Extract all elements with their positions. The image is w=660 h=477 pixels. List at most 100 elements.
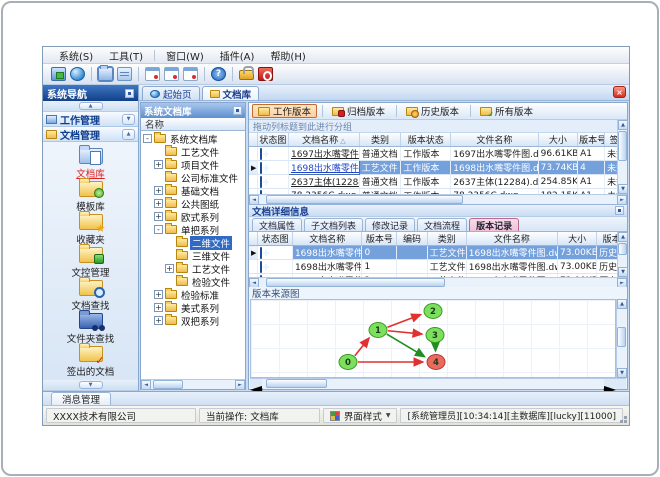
menu-item[interactable]: 帮助(H) [262, 47, 313, 64]
table-row[interactable]: 1697出水嘴零件图.dwg普通文档工作版本1697出水嘴零件图.dwg96.6… [249, 146, 617, 161]
version-node-3[interactable]: 3 [425, 327, 445, 343]
column-header-状态图[interactable]: 状态图 [257, 232, 293, 246]
expand-icon[interactable]: + [154, 160, 163, 169]
tab-起始页[interactable]: 起始页 [142, 86, 200, 101]
graph-vscrollbar[interactable]: ▲ ▼ [616, 299, 627, 378]
collapse-down-button[interactable]: ▼ [78, 381, 103, 389]
globe-icon[interactable] [70, 67, 85, 81]
detail-tab-版本记录[interactable]: 版本记录 [469, 218, 520, 232]
detail-tab-修改记录[interactable]: 修改记录 [365, 218, 416, 232]
scroll-up-icon[interactable]: ▲ [618, 120, 628, 130]
scroll-left-icon[interactable]: ◄ [250, 379, 262, 398]
menu-item[interactable]: 系统(S) [51, 47, 101, 64]
group-by-bar[interactable]: 拖动列标题到此进行分组 [249, 120, 617, 133]
column-header-签出状态[interactable]: 签出状态 [604, 133, 617, 147]
detail-tab-文档属性[interactable]: 文档属性 [252, 218, 303, 232]
sidebar-group-文档管理[interactable]: 文档管理 ▲ [43, 127, 138, 142]
sidebar-item-docsearch[interactable]: 文档查找 [43, 277, 138, 313]
document-table-hscrollbar[interactable]: ◄ ► [249, 194, 627, 205]
tree-item[interactable]: - 系统文档库 [141, 132, 245, 146]
column-header-状态图[interactable]: 状态图 [257, 133, 290, 147]
collapse-icon[interactable]: - [154, 225, 163, 234]
scrollbar-thumb[interactable] [618, 131, 627, 161]
sidebar-item-doclib[interactable]: 文档库 [43, 145, 138, 181]
doc-close-icon[interactable] [183, 67, 198, 81]
version-node-2[interactable]: 2 [423, 303, 443, 319]
tree-item[interactable]: + 双把系列 [141, 314, 245, 328]
scroll-up-icon[interactable]: ▲ [617, 299, 627, 309]
column-header-编码[interactable]: 编码 [396, 232, 428, 246]
scrollbar-thumb[interactable] [266, 195, 464, 204]
button-归档版本[interactable]: 归档版本 [326, 104, 391, 118]
detail-tab-子文档列表[interactable]: 子文档列表 [304, 218, 364, 232]
expand-icon[interactable]: + [154, 212, 163, 221]
column-header-类别[interactable]: 类别 [359, 133, 402, 147]
scroll-down-icon[interactable]: ▼ [618, 267, 628, 277]
button-历史版本[interactable]: 历史版本 [400, 104, 465, 118]
help-icon[interactable] [211, 67, 226, 81]
column-header-版本状态[interactable]: 版本状态 [596, 232, 617, 246]
expand-icon[interactable]: + [154, 199, 163, 208]
table-row[interactable]: 2637主体(12284).dwg普通文档工作版本2637主体(12284).d… [249, 174, 617, 189]
column-header-类别[interactable]: 类别 [427, 232, 467, 246]
tree-item[interactable]: + 美式系列 [141, 301, 245, 315]
expand-icon[interactable]: + [154, 316, 163, 325]
tab-message-management[interactable]: 消息管理 [51, 392, 112, 406]
column-header-版本号[interactable]: 版本号 [361, 232, 398, 246]
chevron-icon[interactable]: ▲ [122, 128, 135, 140]
scrollbar-thumb[interactable] [266, 278, 446, 287]
tree-item[interactable]: + 项目文件 [141, 158, 245, 172]
detail-tab-文档流程[interactable]: 文档流程 [417, 218, 468, 232]
tree-item[interactable]: 工艺文件 [141, 145, 245, 159]
pin-icon[interactable] [233, 106, 242, 115]
power-icon[interactable] [258, 67, 273, 81]
cell[interactable]: 1698出水嘴零件图.dwg [292, 259, 363, 274]
version-table-vscrollbar[interactable]: ▲ ▼ [617, 232, 628, 277]
interface-style-dropdown[interactable]: 界面样式 ▼ [322, 408, 398, 423]
version-node-1[interactable]: 1 [368, 322, 388, 338]
scroll-left-icon[interactable]: ◄ [141, 380, 151, 390]
expand-icon[interactable]: + [154, 186, 163, 195]
collapse-up-button[interactable]: ▲ [78, 102, 103, 110]
table-row[interactable]: 1698出水嘴零件图.dwg1工艺文件1698出水嘴零件图.dwg73.00KB… [249, 259, 617, 274]
sidebar-group-工作管理[interactable]: 工作管理 ▼ [43, 112, 138, 127]
scroll-down-icon[interactable]: ▼ [618, 184, 628, 194]
column-header-版本号[interactable]: 版本号 [577, 133, 606, 147]
folder-grid-icon[interactable] [117, 67, 132, 81]
cell[interactable]: 1698出水嘴零件图.dwg [288, 160, 360, 175]
column-header-版本状态[interactable]: 版本状态 [400, 133, 452, 147]
scroll-down-icon[interactable]: ▼ [617, 368, 627, 378]
tree-item[interactable]: + 检验标准 [141, 288, 245, 302]
scrollbar-thumb[interactable] [618, 242, 627, 255]
tree-column-header[interactable]: 名称 [141, 118, 245, 131]
button-工作版本[interactable]: 工作版本 [252, 104, 318, 118]
doc-new-icon[interactable] [145, 67, 160, 81]
chevron-icon[interactable]: ▼ [122, 113, 135, 125]
document-table-vscrollbar[interactable]: ▲ ▼ [617, 120, 628, 194]
tree-item[interactable]: + 公共图纸 [141, 197, 245, 211]
tree-item[interactable]: 检验文件 [141, 275, 245, 289]
sidebar-item-doccontrol[interactable]: 文控管理 [43, 244, 138, 280]
close-icon[interactable]: × [613, 86, 626, 98]
cell[interactable]: 2637主体(12284).dwg [288, 174, 360, 189]
pin-icon[interactable] [615, 206, 624, 215]
open-folder-icon[interactable] [97, 65, 114, 82]
scrollbar-thumb[interactable] [152, 380, 183, 389]
column-header-文件名称[interactable]: 文件名称 [466, 232, 559, 246]
expand-icon[interactable]: + [154, 290, 163, 299]
scroll-right-icon[interactable]: ► [235, 380, 245, 390]
sidebar-item-favorites[interactable]: 收藏夹 [43, 211, 138, 247]
column-header-大小[interactable]: 大小 [557, 232, 598, 246]
version-node-0[interactable]: 0 [338, 354, 358, 370]
table-row[interactable]: ▶1698出水嘴零件图.dwg工艺文件工作版本1698出水嘴零件图.dwg73.… [249, 160, 617, 175]
graph-hscrollbar[interactable]: ◄ ► [250, 378, 626, 398]
scroll-right-icon[interactable]: ► [604, 379, 616, 398]
lock-icon[interactable] [239, 66, 254, 80]
cell[interactable]: 1698出水嘴零件图.dwg [292, 245, 363, 260]
cell[interactable]: 1697出水嘴零件图.dwg [288, 146, 360, 161]
expand-icon[interactable]: + [165, 264, 174, 273]
version-table-hscrollbar[interactable]: ◄ ► [249, 277, 627, 288]
tree-item[interactable]: - 单把系列 [141, 223, 245, 237]
tab-文档库[interactable]: 文档库 [201, 86, 260, 101]
pin-icon[interactable] [125, 88, 134, 98]
